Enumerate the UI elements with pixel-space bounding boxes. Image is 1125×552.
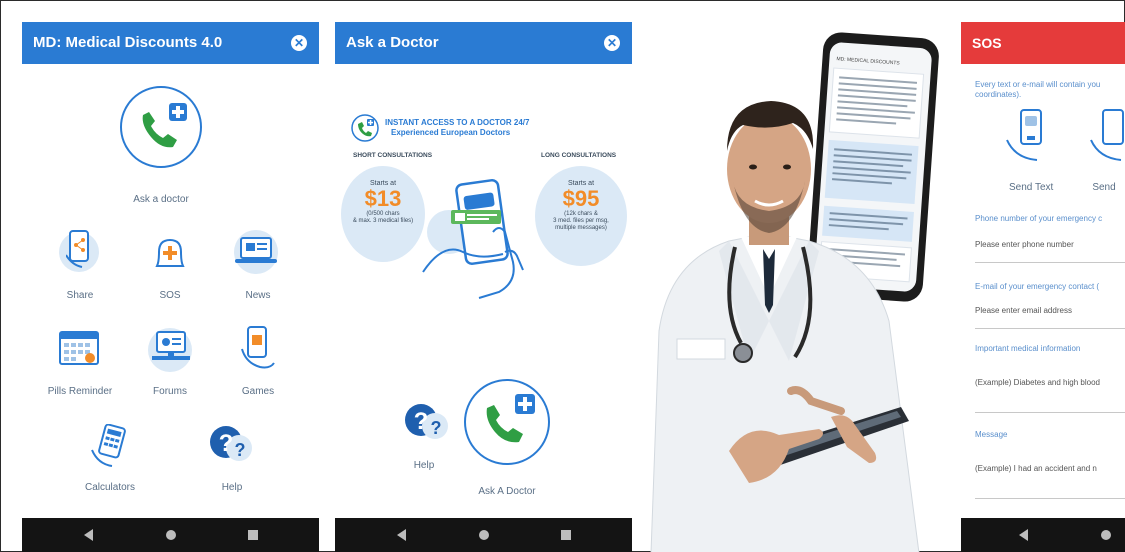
share-label: Share bbox=[66, 290, 94, 301]
medical-info-input[interactable]: (Example) Diabetes and high blood bbox=[975, 378, 1100, 387]
app-bar: MD: Medical Discounts 4.0 ✕ bbox=[22, 22, 319, 64]
bell-plus-icon bbox=[155, 238, 185, 267]
home-screen-panel: MD: Medical Discounts 4.0 ✕ Ask a doctor bbox=[22, 22, 319, 552]
phone-field-input[interactable]: Please enter phone number bbox=[975, 240, 1074, 249]
ask-doctor-panel: Ask a Doctor ✕ INSTANT ACCESS TO A DOCTO… bbox=[335, 22, 632, 552]
back-icon[interactable] bbox=[397, 529, 406, 541]
medical-info-label: Important medical information bbox=[975, 344, 1081, 353]
long-consult-title: LONG CONSULTATIONS bbox=[541, 152, 617, 159]
laptop-news-icon bbox=[235, 237, 277, 263]
forums-label: Forums bbox=[153, 386, 187, 397]
calculator-hand-icon bbox=[91, 424, 126, 467]
svg-text:?: ? bbox=[414, 408, 429, 435]
app-bar: Ask a Doctor ✕ bbox=[335, 22, 632, 64]
close-icon[interactable]: ✕ bbox=[291, 35, 307, 51]
sos-intro-line-1: Every text or e-mail will contain you bbox=[975, 80, 1101, 89]
sos-intro-line-2: coordinates). bbox=[975, 90, 1022, 99]
long-price: $95 bbox=[562, 186, 600, 211]
doctor-with-tablet-photo bbox=[650, 101, 920, 552]
forum-desk-icon bbox=[152, 331, 190, 360]
svg-text:?: ? bbox=[431, 418, 442, 438]
short-consult-title: SHORT CONSULTATIONS bbox=[353, 152, 433, 159]
news-label: News bbox=[245, 290, 271, 301]
short-desc-2: & max. 3 medical files) bbox=[352, 218, 414, 224]
phone-field-underline bbox=[975, 262, 1125, 263]
svg-text:?: ? bbox=[219, 430, 234, 457]
long-desc-1: (12k chars & bbox=[564, 211, 598, 217]
long-price-blob: Starts at $95 (12k chars & 3 med. files … bbox=[535, 166, 627, 266]
android-nav-bar bbox=[335, 518, 632, 552]
ask-doctor-label: Ask a doctor bbox=[133, 194, 189, 205]
phone-plus-icon bbox=[464, 379, 550, 465]
hand-phone-email-icon bbox=[1090, 109, 1124, 161]
send-text-label: Send Text bbox=[1009, 182, 1054, 193]
share-icon bbox=[66, 230, 89, 268]
doctor-logo-icon bbox=[351, 114, 379, 142]
hand-phone-games-icon bbox=[241, 326, 275, 369]
games-label: Games bbox=[241, 386, 275, 397]
long-desc-2: 3 med. files per msg, bbox=[553, 218, 609, 224]
help-label: Help bbox=[221, 482, 243, 493]
headline-24-7: INSTANT ACCESS TO A DOCTOR 24/7 bbox=[385, 118, 530, 127]
short-price-blob: Starts at $13 (0/500 chars & max. 3 medi… bbox=[341, 166, 425, 262]
home-icon[interactable] bbox=[1101, 530, 1111, 540]
message-input[interactable]: (Example) I had an accident and n bbox=[975, 464, 1097, 473]
app-title: MD: Medical Discounts 4.0 bbox=[33, 34, 223, 51]
message-label: Message bbox=[975, 430, 1008, 439]
email-field-input[interactable]: Please enter email address bbox=[975, 306, 1072, 315]
help-question-icon: ? ? bbox=[405, 404, 448, 439]
ask-a-doctor-label: Ask A Doctor bbox=[478, 486, 536, 497]
calendar-pills-icon bbox=[59, 331, 99, 365]
back-icon[interactable] bbox=[1019, 529, 1028, 541]
email-field-label: E-mail of your emergency contact ( bbox=[975, 282, 1100, 291]
screenshot-frame: MD: Medical Discounts 4.0 ✕ Ask a doctor bbox=[0, 0, 1125, 552]
android-nav-bar bbox=[961, 518, 1125, 552]
hand-phone-message-icon bbox=[1006, 109, 1042, 161]
home-icon[interactable] bbox=[166, 530, 176, 540]
medical-info-underline bbox=[975, 412, 1125, 413]
app-bar: SOS bbox=[961, 22, 1125, 64]
pills-reminder-label: Pills Reminder bbox=[47, 386, 113, 397]
phone-plus-icon bbox=[120, 86, 202, 168]
recents-icon[interactable] bbox=[561, 530, 571, 540]
short-desc-1: (0/500 chars bbox=[366, 211, 400, 217]
home-icon[interactable] bbox=[479, 530, 489, 540]
headline-european: Experienced European Doctors bbox=[391, 128, 511, 137]
close-icon[interactable]: ✕ bbox=[604, 35, 620, 51]
help-question-icon: ? ? bbox=[210, 426, 252, 461]
email-field-underline bbox=[975, 328, 1125, 329]
android-nav-bar bbox=[22, 518, 319, 552]
message-underline bbox=[975, 498, 1125, 499]
short-price: $13 bbox=[364, 186, 402, 211]
hands-phone-illustration bbox=[422, 178, 524, 299]
send-other-label: Send bbox=[1092, 182, 1116, 193]
sos-panel: SOS Every text or e-mail will contain yo… bbox=[961, 22, 1125, 552]
recents-icon[interactable] bbox=[248, 530, 258, 540]
back-icon[interactable] bbox=[84, 529, 93, 541]
screen-title: Ask a Doctor bbox=[346, 34, 439, 51]
screen-title: SOS bbox=[972, 35, 1002, 51]
calculators-label: Calculators bbox=[84, 482, 136, 493]
help-label: Help bbox=[413, 460, 435, 471]
svg-text:?: ? bbox=[235, 440, 246, 460]
long-desc-3: multiple messages) bbox=[555, 225, 607, 231]
phone-field-label: Phone number of your emergency c bbox=[975, 214, 1103, 223]
sos-label: SOS bbox=[159, 290, 181, 301]
